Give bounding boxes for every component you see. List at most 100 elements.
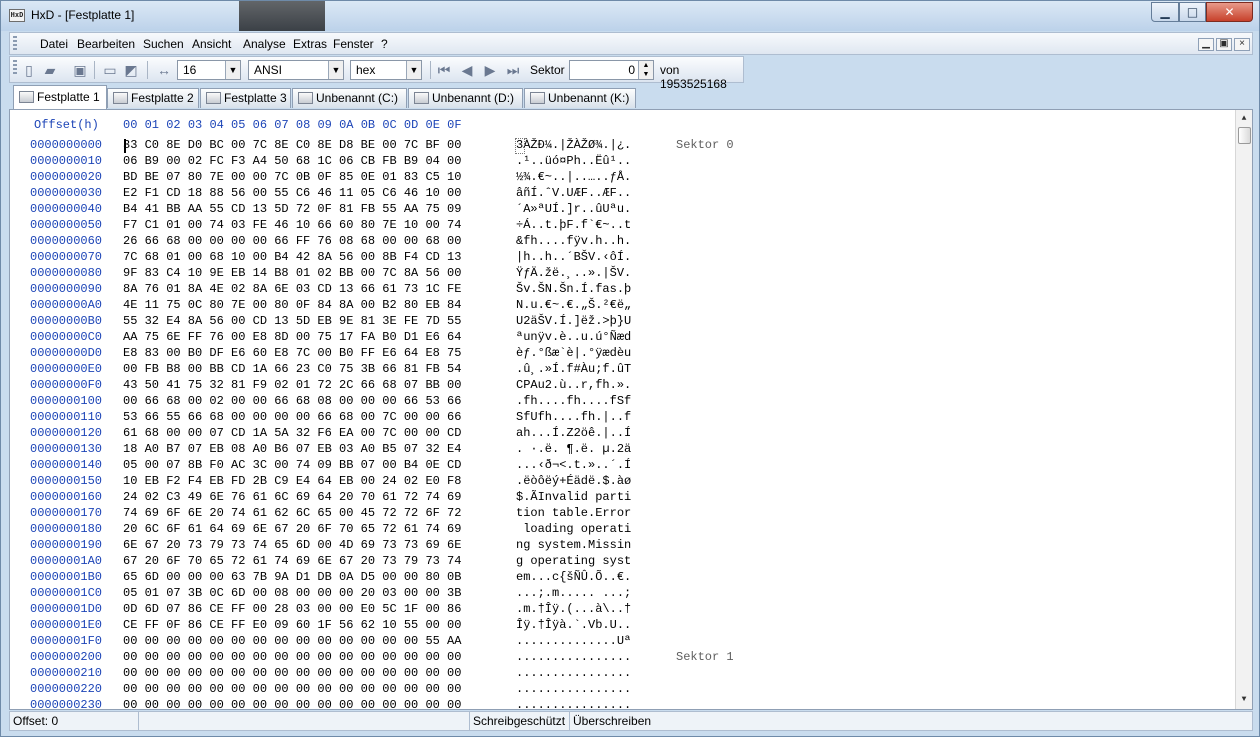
row-ascii[interactable]: ...;.m..... ...; bbox=[516, 585, 631, 601]
row-hex[interactable]: 18 A0 B7 07 EB 08 A0 B6 07 EB 03 A0 B5 0… bbox=[123, 441, 461, 457]
row-hex[interactable]: 20 6C 6F 61 64 69 6E 67 20 6F 70 65 72 6… bbox=[123, 521, 461, 537]
row-ascii[interactable]: ................ bbox=[516, 665, 631, 681]
chevron-down-icon[interactable]: ▼ bbox=[225, 61, 240, 79]
row-offset[interactable]: 00000000F0 bbox=[30, 377, 102, 393]
row-offset[interactable]: 00000000C0 bbox=[30, 329, 102, 345]
row-hex[interactable]: 6E 67 20 73 79 73 74 65 6D 00 4D 69 73 7… bbox=[123, 537, 461, 553]
row-ascii[interactable]: loading operati bbox=[516, 521, 631, 537]
row-hex[interactable]: 06 B9 00 02 FC F3 A4 50 68 1C 06 CB FB B… bbox=[123, 153, 461, 169]
row-hex[interactable]: B4 41 BB AA 55 CD 13 5D 72 0F 81 FB 55 A… bbox=[123, 201, 461, 217]
row-offset[interactable]: 0000000040 bbox=[30, 201, 102, 217]
row-ascii[interactable]: ah...Í.Z2öê.|..Í bbox=[516, 425, 631, 441]
row-hex[interactable]: 0D 6D 07 86 CE FF 00 28 03 00 00 E0 5C 1… bbox=[123, 601, 461, 617]
row-offset[interactable]: 00000001C0 bbox=[30, 585, 102, 601]
chevron-down-icon[interactable]: ▼ bbox=[328, 61, 343, 79]
row-hex[interactable]: 10 EB F2 F4 EB FD 2B C9 E4 64 EB 00 24 0… bbox=[123, 473, 461, 489]
row-offset[interactable]: 00000001E0 bbox=[30, 617, 102, 633]
row-offset[interactable]: 0000000230 bbox=[30, 697, 102, 709]
row-offset[interactable]: 0000000190 bbox=[30, 537, 102, 553]
row-ascii[interactable]: âñÍ.ˆV.UÆF..ÆF.. bbox=[516, 185, 631, 201]
row-offset[interactable]: 00000001D0 bbox=[30, 601, 102, 617]
scroll-thumb[interactable] bbox=[1238, 127, 1251, 144]
row-offset[interactable]: 0000000050 bbox=[30, 217, 102, 233]
row-hex[interactable]: 26 66 68 00 00 00 00 66 FF 76 08 68 00 0… bbox=[123, 233, 461, 249]
row-hex[interactable]: 8A 76 01 8A 4E 02 8A 6E 03 CD 13 66 61 7… bbox=[123, 281, 461, 297]
row-ascii[interactable]: ..............Uª bbox=[516, 633, 631, 649]
menu-bearbeiten[interactable]: Bearbeiten bbox=[77, 37, 135, 51]
row-ascii[interactable]: Îÿ.†Îÿà.`.Vb.U.. bbox=[516, 617, 631, 633]
row-offset[interactable]: 0000000130 bbox=[30, 441, 102, 457]
row-ascii[interactable]: .ëòôëý+Éädë.$.àø bbox=[516, 473, 631, 489]
row-hex[interactable]: BD BE 07 80 7E 00 00 7C 0B 0F 85 0E 01 8… bbox=[123, 169, 461, 185]
row-ascii[interactable]: em...c{šÑÛ.Õ..€. bbox=[516, 569, 631, 585]
hex-editor-view[interactable]: Offset(h) 00 01 02 03 04 05 06 07 08 09 … bbox=[9, 109, 1253, 710]
mdi-close-button[interactable]: × bbox=[1234, 38, 1250, 51]
scroll-down-icon[interactable]: ▼ bbox=[1238, 694, 1250, 706]
chevron-down-icon[interactable]: ▼ bbox=[406, 61, 421, 79]
menu-extras[interactable]: Extras bbox=[293, 37, 327, 51]
row-hex[interactable]: AA 75 6E FF 76 00 E8 8D 00 75 17 FA B0 D… bbox=[123, 329, 461, 345]
row-ascii[interactable]: ½¾.€~..|..…..ƒÅ. bbox=[516, 169, 631, 185]
row-offset[interactable]: 0000000150 bbox=[30, 473, 102, 489]
save-icon[interactable]: ▣ bbox=[71, 61, 89, 79]
tab-festplatte-3[interactable]: Festplatte 3 bbox=[200, 88, 291, 108]
row-ascii[interactable]: ng system.Missin bbox=[516, 537, 631, 553]
row-ascii[interactable]: .¹..üó¤Ph..Ëû¹.. bbox=[516, 153, 631, 169]
row-hex[interactable]: 33 C0 8E D0 BC 00 7C 8E C0 8E D8 BE 00 7… bbox=[123, 137, 461, 153]
row-ascii[interactable]: .û¸.»Í.f#Àu;f.ûT bbox=[516, 361, 631, 377]
last-sector-button[interactable]: ⏭ bbox=[504, 61, 522, 79]
row-ascii[interactable]: g operating syst bbox=[516, 553, 631, 569]
row-offset[interactable]: 0000000080 bbox=[30, 265, 102, 281]
row-offset[interactable]: 0000000200 bbox=[30, 649, 102, 665]
bytes-per-row-select[interactable]: 16 ▼ bbox=[177, 60, 241, 80]
row-ascii[interactable]: . ·.ë. ¶.ë. µ.2ä bbox=[516, 441, 631, 457]
row-hex[interactable]: 00 FB B8 00 BB CD 1A 66 23 C0 75 3B 66 8… bbox=[123, 361, 461, 377]
menu-analyse[interactable]: Analyse bbox=[243, 37, 286, 51]
row-ascii[interactable]: ´A»ªUÍ.]r..ûUªu. bbox=[516, 201, 631, 217]
row-hex[interactable]: E8 83 00 B0 DF E6 60 E8 7C 00 B0 FF E6 6… bbox=[123, 345, 461, 361]
row-ascii[interactable]: N.u.€~.€.„Š.²€ë„ bbox=[516, 297, 631, 313]
row-offset[interactable]: 00000000B0 bbox=[30, 313, 102, 329]
vertical-scrollbar[interactable]: ▲ ▼ bbox=[1235, 110, 1252, 709]
row-hex[interactable]: 00 00 00 00 00 00 00 00 00 00 00 00 00 0… bbox=[123, 681, 461, 697]
sector-spinner-icon[interactable]: ▲ ▼ bbox=[638, 61, 653, 79]
row-offset[interactable]: 0000000220 bbox=[30, 681, 102, 697]
mdi-minimize-button[interactable]: ▁ bbox=[1198, 38, 1214, 51]
menu-fenster[interactable]: Fenster bbox=[333, 37, 374, 51]
row-hex[interactable]: 65 6D 00 00 00 63 7B 9A D1 DB 0A D5 00 0… bbox=[123, 569, 461, 585]
row-hex[interactable]: 24 02 C3 49 6E 76 61 6C 69 64 20 70 61 7… bbox=[123, 489, 461, 505]
row-ascii[interactable]: .m.†Îÿ.(...à\..† bbox=[516, 601, 631, 617]
minimize-button[interactable]: ▁ bbox=[1151, 2, 1179, 22]
row-hex[interactable]: 43 50 41 75 32 81 F9 02 01 72 2C 66 68 0… bbox=[123, 377, 461, 393]
row-hex[interactable]: 53 66 55 66 68 00 00 00 00 66 68 00 7C 0… bbox=[123, 409, 461, 425]
row-ascii[interactable]: ...‹ð¬<.t.»..´.Í bbox=[516, 457, 631, 473]
display-mode-select[interactable]: hex ▼ bbox=[350, 60, 422, 80]
row-hex[interactable]: 67 20 6F 70 65 72 61 74 69 6E 67 20 73 7… bbox=[123, 553, 461, 569]
row-offset[interactable]: 0000000030 bbox=[30, 185, 102, 201]
row-offset[interactable]: 00000001B0 bbox=[30, 569, 102, 585]
maximize-button[interactable]: □ bbox=[1179, 2, 1206, 22]
row-offset[interactable]: 0000000090 bbox=[30, 281, 102, 297]
menu-datei[interactable]: Datei bbox=[40, 37, 68, 51]
row-hex[interactable]: 05 01 07 3B 0C 6D 00 08 00 00 00 20 03 0… bbox=[123, 585, 461, 601]
row-hex[interactable]: 4E 11 75 0C 80 7E 00 80 0F 84 8A 00 B2 8… bbox=[123, 297, 461, 313]
menu-ansicht[interactable]: Ansicht bbox=[192, 37, 231, 51]
previous-sector-button[interactable]: ◀ bbox=[458, 61, 476, 79]
row-ascii[interactable]: 3ÀŽĐ¼.|ŽÀŽØ¾.|¿. bbox=[516, 137, 631, 153]
row-offset[interactable]: 00000001A0 bbox=[30, 553, 102, 569]
row-ascii[interactable]: Šv.ŠN.Šn.Í.fas.þ bbox=[516, 281, 631, 297]
row-hex[interactable]: 00 66 68 00 02 00 00 66 68 08 00 00 00 6… bbox=[123, 393, 461, 409]
row-ascii[interactable]: $.ÃInvalid parti bbox=[516, 489, 631, 505]
tab-unbenannt-c[interactable]: Unbenannt (C:) bbox=[292, 88, 407, 108]
row-offset[interactable]: 00000000A0 bbox=[30, 297, 102, 313]
row-ascii[interactable]: .fh....fh....fSf bbox=[516, 393, 631, 409]
row-offset[interactable]: 0000000180 bbox=[30, 521, 102, 537]
row-offset[interactable]: 00000000D0 bbox=[30, 345, 102, 361]
new-file-icon[interactable]: ▯ bbox=[20, 61, 38, 79]
row-hex[interactable]: 05 00 07 8B F0 AC 3C 00 74 09 BB 07 00 B… bbox=[123, 457, 461, 473]
tab-unbenannt-k[interactable]: Unbenannt (K:) bbox=[524, 88, 636, 108]
disk-image-icon[interactable]: ◩ bbox=[122, 61, 140, 79]
tab-unbenannt-d[interactable]: Unbenannt (D:) bbox=[408, 88, 523, 108]
row-ascii[interactable]: ................ bbox=[516, 649, 631, 665]
tab-festplatte-2[interactable]: Festplatte 2 bbox=[107, 88, 199, 108]
